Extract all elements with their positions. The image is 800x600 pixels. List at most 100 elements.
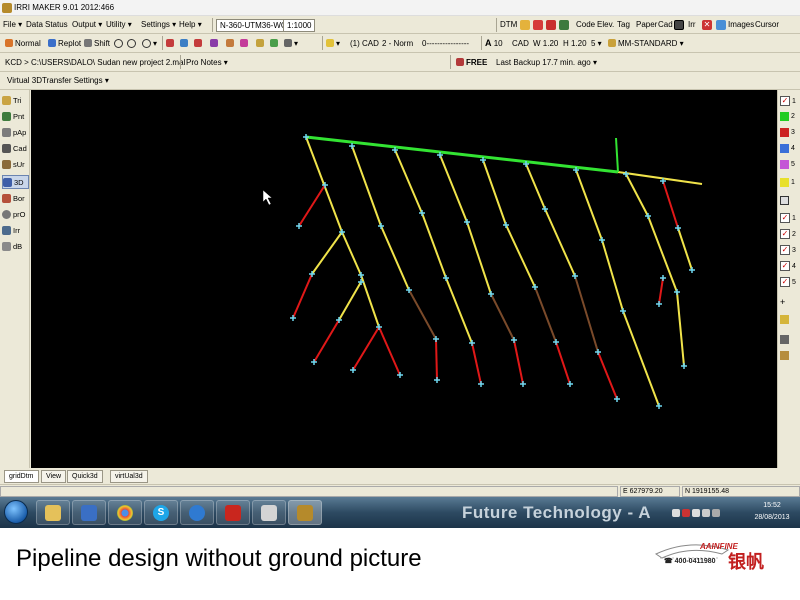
taskbar-earth[interactable] <box>180 500 214 525</box>
lateral-pipe[interactable] <box>408 289 437 340</box>
menu-utility[interactable]: Utility ▾ <box>106 16 132 33</box>
lateral-pipe[interactable] <box>471 342 482 385</box>
pipe-node[interactable] <box>419 210 425 216</box>
taskbar-acrobat[interactable] <box>216 500 250 525</box>
tool-icon-3[interactable] <box>194 34 204 52</box>
cad-button[interactable]: Cad <box>658 16 673 33</box>
cad-tool[interactable]: Cad <box>2 141 29 155</box>
lateral-pipe[interactable] <box>394 149 423 214</box>
lateral-pipe[interactable] <box>677 227 693 271</box>
pipe-node[interactable] <box>290 315 296 321</box>
tri-tool[interactable]: Tri <box>2 93 29 107</box>
flag-icon[interactable] <box>702 509 710 517</box>
3d-tool[interactable]: 3D <box>2 175 29 189</box>
layers-icon[interactable] <box>674 16 686 33</box>
taskbar-app-2[interactable] <box>72 500 106 525</box>
pipe-node[interactable] <box>660 275 666 281</box>
pipe-node[interactable] <box>397 372 403 378</box>
layer-color-4[interactable]: 4 <box>780 141 800 155</box>
scale-field[interactable]: 1:1000 <box>283 19 316 32</box>
pipe-node[interactable] <box>675 225 681 231</box>
tool-icon-2[interactable] <box>180 34 190 52</box>
tab-view[interactable]: View <box>41 470 67 483</box>
pipe-node[interactable] <box>303 134 309 140</box>
pencil-icon[interactable] <box>520 16 532 33</box>
normal-button[interactable]: Normal <box>5 34 41 52</box>
lateral-pipe[interactable] <box>435 338 438 381</box>
lateral-pipe[interactable] <box>445 277 473 344</box>
lateral-pipe[interactable] <box>439 154 468 223</box>
zoom-in-icon[interactable] <box>114 34 125 52</box>
pipe-node[interactable] <box>595 349 601 355</box>
pipe-node[interactable] <box>689 267 695 273</box>
branch-pipe[interactable] <box>313 319 340 363</box>
shift-button[interactable]: Shift <box>84 34 110 52</box>
tag-button[interactable]: Tag <box>617 16 630 33</box>
branch-pipe[interactable] <box>292 273 313 319</box>
layer-color-3[interactable]: 3 <box>780 125 800 139</box>
lateral-pipe[interactable] <box>341 231 362 276</box>
main-pipeline[interactable] <box>305 135 619 174</box>
lateral-pipe[interactable] <box>525 163 546 210</box>
pipe-node[interactable] <box>464 219 470 225</box>
ruler-icon[interactable] <box>780 332 800 346</box>
taskbar-chrome[interactable] <box>108 500 142 525</box>
network-icon[interactable] <box>692 509 700 517</box>
irr-tool[interactable]: Irr <box>2 223 29 237</box>
lateral-pipe[interactable] <box>505 224 536 288</box>
lateral-pipe[interactable] <box>380 225 410 291</box>
plus-icon[interactable]: + <box>780 295 800 309</box>
free-button[interactable]: FREE <box>456 53 487 71</box>
menu-data[interactable]: Data <box>26 16 43 33</box>
pipe-node[interactable] <box>469 340 475 346</box>
close-icon[interactable]: ✕ <box>702 16 714 33</box>
lateral-pipe[interactable] <box>574 275 599 353</box>
pnt-tool[interactable]: Pnt <box>2 109 29 123</box>
pipe-node[interactable] <box>553 339 559 345</box>
lateral-pipe[interactable] <box>378 326 401 376</box>
branch-pipe[interactable] <box>298 184 326 227</box>
branch-pipe[interactable] <box>311 231 343 275</box>
bor-tool[interactable]: Bor <box>2 191 29 205</box>
pipe-node[interactable] <box>503 222 509 228</box>
check-toggle-2[interactable]: ✓ 2 <box>780 227 800 241</box>
branch-pipe[interactable] <box>338 281 362 321</box>
lateral-pipe[interactable] <box>625 173 649 217</box>
layer-color-5[interactable]: 5 <box>780 157 800 171</box>
width-field[interactable]: W 1.20 <box>533 34 558 52</box>
virtual-3d-button[interactable]: Virtual 3D <box>7 72 42 89</box>
height-field[interactable]: H 1.20 <box>563 34 587 52</box>
lateral-pipe[interactable] <box>676 291 685 367</box>
check-toggle-1[interactable]: ✓ 1 <box>780 211 800 225</box>
norm-select[interactable]: 2 - Norm <box>382 34 413 52</box>
layer-color-yellow[interactable]: 1 <box>780 175 800 189</box>
paper-button[interactable]: Paper <box>636 16 657 33</box>
tool-icon-5[interactable] <box>226 34 236 52</box>
pipe-node[interactable] <box>443 275 449 281</box>
lateral-pipe[interactable] <box>482 159 507 226</box>
pipe-node[interactable] <box>674 289 680 295</box>
lateral-pipe[interactable] <box>421 212 447 279</box>
pipe-node[interactable] <box>434 377 440 383</box>
taskbar-clock[interactable]: 15:52 28/08/2013 <box>750 500 794 524</box>
taskbar-skype[interactable]: S <box>144 500 178 525</box>
pro-notes-button[interactable]: Pro Notes ▾ <box>186 53 228 71</box>
tool-icon-8[interactable] <box>270 34 280 52</box>
lateral-pipe[interactable] <box>466 221 492 295</box>
layer-color-2[interactable]: 2 <box>780 109 800 123</box>
lateral-pipe[interactable] <box>662 180 679 229</box>
pipe-node[interactable] <box>532 284 538 290</box>
replot-button[interactable]: Replot <box>48 34 81 52</box>
check-toggle-3[interactable]: ✓ 3 <box>780 243 800 257</box>
irr-button[interactable]: Irr <box>688 16 696 33</box>
grid-icon[interactable] <box>780 193 800 207</box>
pipe-node[interactable] <box>358 272 364 278</box>
image-icon[interactable] <box>716 16 728 33</box>
pap-tool[interactable]: pAp <box>2 125 29 139</box>
lateral-pipe[interactable] <box>513 339 524 385</box>
images-button[interactable]: Images <box>728 16 754 33</box>
linetype-select[interactable]: 0---------------- <box>422 34 469 52</box>
text-icon[interactable]: A 10 <box>485 34 503 52</box>
tab-griddtm[interactable]: gridDtm <box>4 470 39 483</box>
tray-icon-2[interactable] <box>682 509 690 517</box>
